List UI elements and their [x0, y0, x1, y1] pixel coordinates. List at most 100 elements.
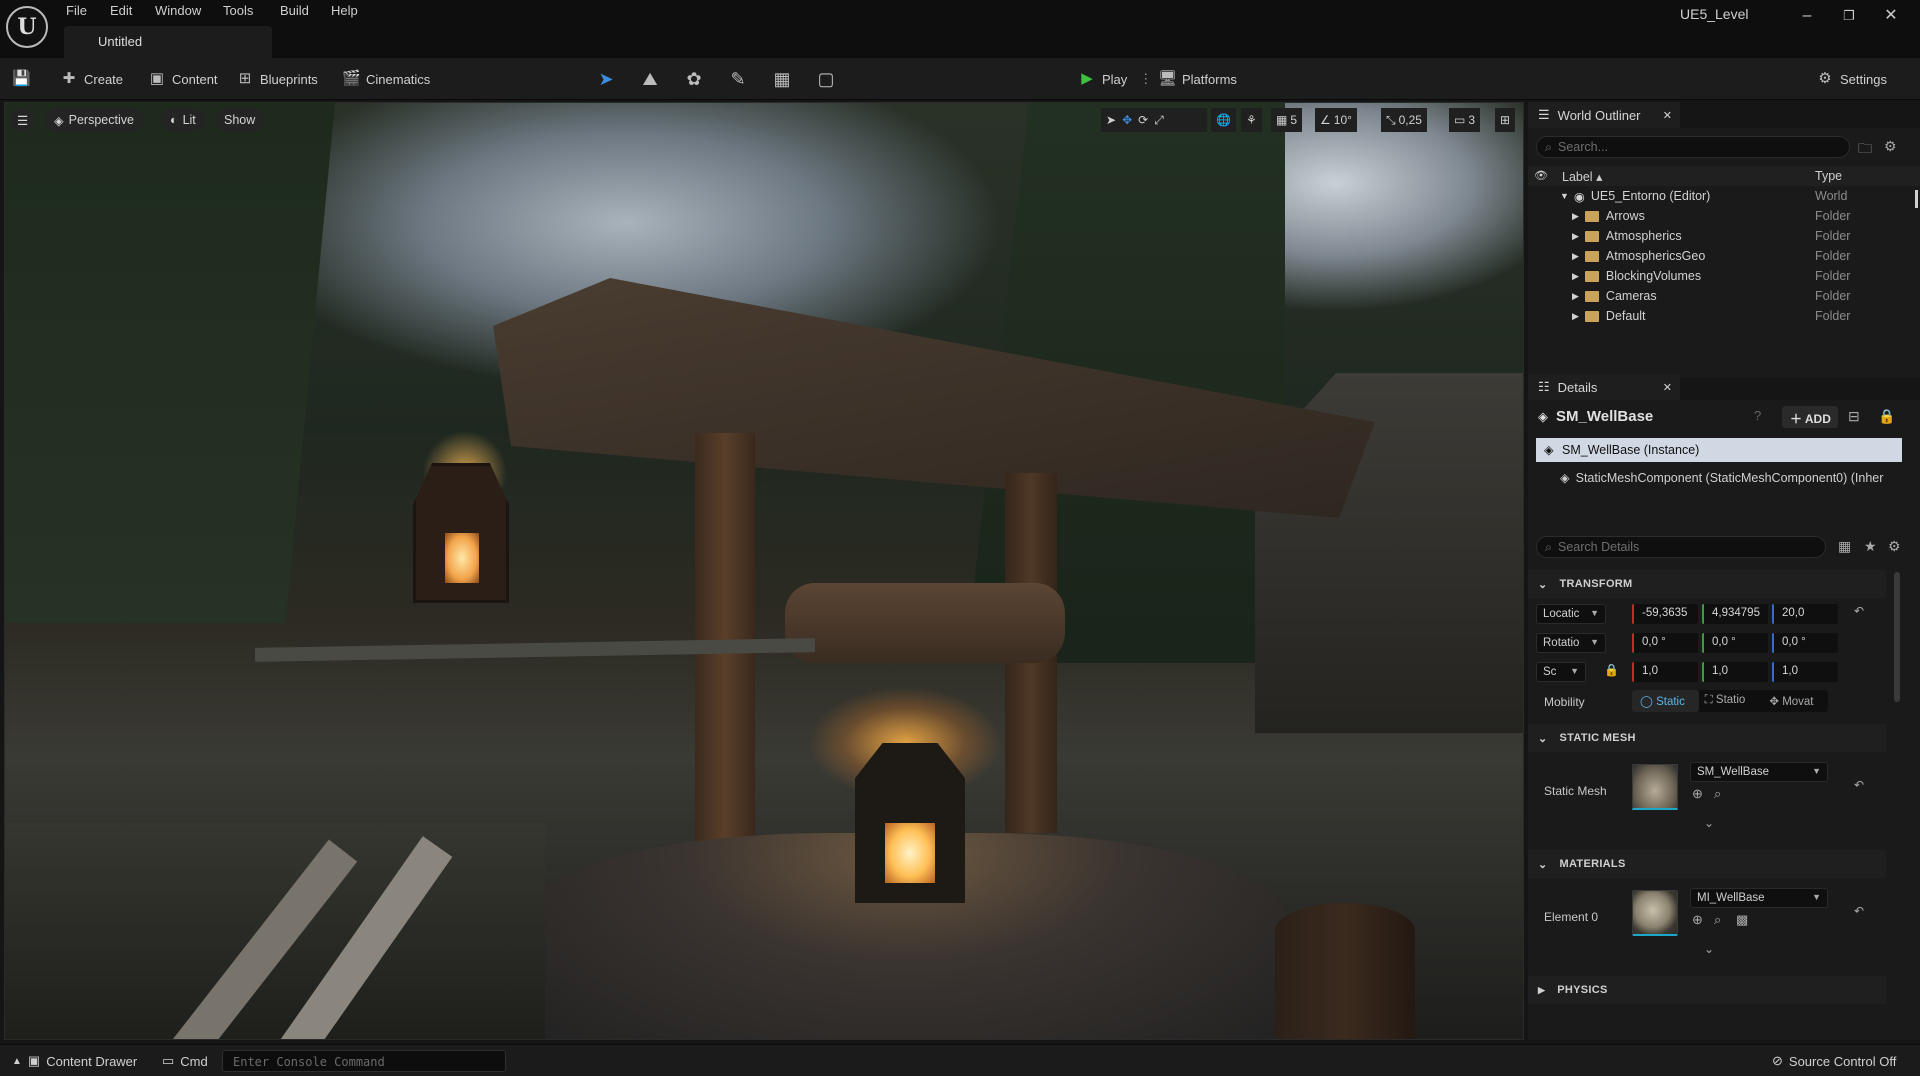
physics-section-header[interactable]: ▶ PHYSICS [1528, 976, 1886, 1004]
menu-file[interactable]: File [66, 3, 87, 21]
document-tab[interactable]: Untitled [64, 26, 272, 58]
menu-window[interactable]: Window [155, 3, 201, 21]
menu-build[interactable]: Build [280, 3, 309, 21]
close-tab-icon[interactable]: ✕ [1663, 381, 1672, 394]
transform-section-header[interactable]: ⌄ TRANSFORM [1528, 570, 1886, 598]
grid-snap-button[interactable]: ▦ 5 [1271, 108, 1303, 132]
menu-edit[interactable]: Edit [110, 3, 132, 21]
select-mode-icon[interactable]: ➤ [594, 68, 618, 90]
location-x[interactable]: -59,3635 [1632, 604, 1698, 624]
minimize-button[interactable]: – [1792, 4, 1822, 28]
reset-material-icon[interactable]: ↶ [1854, 904, 1864, 918]
mesh-paint-mode-icon[interactable]: ✎ [726, 68, 750, 90]
chevron-right-icon[interactable]: ▶ [1572, 291, 1579, 302]
show-button[interactable]: Show [215, 108, 265, 132]
outliner-scrollbar[interactable] [1915, 190, 1918, 208]
cmd-button[interactable]: ▭ Cmd [162, 1053, 208, 1069]
rotation-snap-button[interactable]: ∠ 10° [1315, 108, 1357, 132]
rotation-y[interactable]: 0,0 ° [1702, 633, 1768, 653]
lit-button[interactable]: ◐ Lit [161, 108, 205, 132]
scale-tool-icon[interactable]: ⤢ [1154, 113, 1164, 128]
menu-tools[interactable]: Tools [223, 3, 253, 21]
materials-section-header[interactable]: ⌄ MATERIALS [1528, 850, 1886, 878]
world-local-toggle[interactable]: 🌐 [1211, 108, 1236, 132]
help-icon[interactable]: ? [1754, 408, 1761, 423]
static-mesh-section-header[interactable]: ⌄ STATIC MESH [1528, 724, 1886, 752]
create-button[interactable]: ✚ Create [60, 67, 123, 91]
browse-icon[interactable]: ⌕ [1714, 786, 1721, 802]
landscape-mode-icon[interactable]: ⛰ [638, 68, 662, 90]
chevron-right-icon[interactable]: ▶ [1572, 251, 1579, 262]
scale-snap-button[interactable]: ⤡ 0,25 [1381, 108, 1427, 132]
mobility-stationary[interactable]: ⛶ Statio [1699, 690, 1764, 712]
details-scrollbar[interactable] [1894, 572, 1900, 702]
settings-button[interactable]: ⚙ Settings [1816, 67, 1887, 91]
lock-icon[interactable]: 🔒 [1878, 408, 1895, 425]
play-options-icon[interactable]: ⋮ [1139, 71, 1152, 87]
location-dropdown[interactable]: Locatic ▼ [1536, 604, 1606, 624]
chevron-right-icon[interactable]: ▶ [1572, 231, 1579, 242]
viewport-layout-button[interactable]: ⊞ [1495, 108, 1516, 132]
outliner-search[interactable]: ⌕ Search... [1536, 136, 1850, 158]
scale-z[interactable]: 1,0 [1772, 662, 1838, 682]
tab-world-outliner[interactable]: ☰ World Outliner ✕ [1528, 102, 1680, 128]
brush-edit-mode-icon[interactable]: ▢ [814, 68, 838, 90]
tab-details[interactable]: ☷ Details ✕ [1528, 374, 1680, 400]
tree-row[interactable]: ▶ AtmosphericsGeo Folder [1528, 246, 1920, 266]
tree-row[interactable]: ▶ Default Folder [1528, 306, 1920, 326]
maximize-button[interactable]: ❐ [1834, 4, 1864, 28]
menu-help[interactable]: Help [331, 3, 358, 21]
fracture-mode-icon[interactable]: ▦ [770, 68, 794, 90]
cinematics-button[interactable]: 🎬 Cinematics [342, 67, 430, 91]
static-mesh-thumbnail[interactable] [1632, 764, 1678, 810]
visibility-icon[interactable]: 👁 [1534, 169, 1548, 182]
unreal-logo-icon[interactable]: U [6, 6, 48, 48]
location-z[interactable]: 20,0 [1772, 604, 1838, 624]
chevron-right-icon[interactable]: ▶ [1572, 271, 1579, 282]
viewport-options-button[interactable]: ☰ [11, 108, 35, 132]
material-thumbnail[interactable] [1632, 890, 1678, 936]
use-selected-icon[interactable]: ⊕ [1692, 912, 1703, 928]
location-y[interactable]: 4,934795 [1702, 604, 1768, 624]
outliner-settings-icon[interactable]: ⚙ [1884, 138, 1897, 155]
tree-row-root[interactable]: ▼ ◉ UE5_Entorno (Editor) World [1528, 186, 1920, 206]
add-folder-icon[interactable]: 🗀 [1858, 138, 1872, 162]
static-mesh-dropdown[interactable]: SM_WellBase ▼ [1690, 762, 1828, 782]
platforms-button[interactable]: 🖥 Platforms [1158, 67, 1237, 91]
foliage-mode-icon[interactable]: ✿ [682, 68, 706, 90]
scale-x[interactable]: 1,0 [1632, 662, 1698, 682]
close-tab-icon[interactable]: ✕ [1663, 109, 1672, 122]
use-selected-icon[interactable]: ⊕ [1692, 786, 1703, 802]
tree-row[interactable]: ▶ BlockingVolumes Folder [1528, 266, 1920, 286]
details-search[interactable]: ⌕ Search Details [1536, 536, 1826, 558]
select-tool-icon[interactable]: ➤ [1106, 113, 1116, 127]
level-viewport[interactable]: ☰ ◈ Perspective ◐ Lit Show ➤ ✥ ⟳ ⤢ 🌐 ⚘ ▦ 5 … [4, 102, 1524, 1040]
blueprints-button[interactable]: ⊞ Blueprints [236, 67, 318, 91]
rotation-dropdown[interactable]: Rotatio ▼ [1536, 633, 1606, 653]
add-component-button[interactable]: ＋ ADD [1782, 406, 1838, 428]
label-column-header[interactable]: Label ▴ [1562, 169, 1602, 184]
expand-advanced-icon[interactable]: ⌄ [1704, 816, 1714, 830]
chevron-right-icon[interactable]: ▶ [1572, 211, 1579, 222]
material-dropdown[interactable]: MI_WellBase ▼ [1690, 888, 1828, 908]
close-button[interactable]: ✕ [1876, 4, 1906, 28]
chevron-down-icon[interactable]: ▼ [1560, 191, 1569, 201]
scale-y[interactable]: 1,0 [1702, 662, 1768, 682]
scale-dropdown[interactable]: Sc ▼ [1536, 662, 1586, 682]
content-drawer-button[interactable]: ▲ ▣ Content Drawer [12, 1053, 137, 1069]
material-options-icon[interactable]: ▩ [1736, 912, 1748, 928]
tree-row[interactable]: ▶ Atmospherics Folder [1528, 226, 1920, 246]
reset-static-mesh-icon[interactable]: ↶ [1854, 778, 1864, 792]
save-button[interactable]: 💾 [12, 67, 31, 91]
surface-snap-toggle[interactable]: ⚘ [1241, 108, 1262, 132]
star-icon[interactable]: ★ [1864, 538, 1877, 555]
table-view-icon[interactable]: ▦ [1838, 538, 1851, 555]
tree-row[interactable]: ▶ Cameras Folder [1528, 286, 1920, 306]
browse-icon[interactable]: ⌕ [1714, 912, 1721, 928]
type-column-header[interactable]: Type [1815, 169, 1842, 183]
instance-row[interactable]: ◈ SM_WellBase (Instance) [1536, 438, 1902, 462]
rotation-x[interactable]: 0,0 ° [1632, 633, 1698, 653]
console-input[interactable]: Enter Console Command [222, 1050, 506, 1072]
rotation-z[interactable]: 0,0 ° [1772, 633, 1838, 653]
rotate-tool-icon[interactable]: ⟳ [1138, 113, 1148, 127]
